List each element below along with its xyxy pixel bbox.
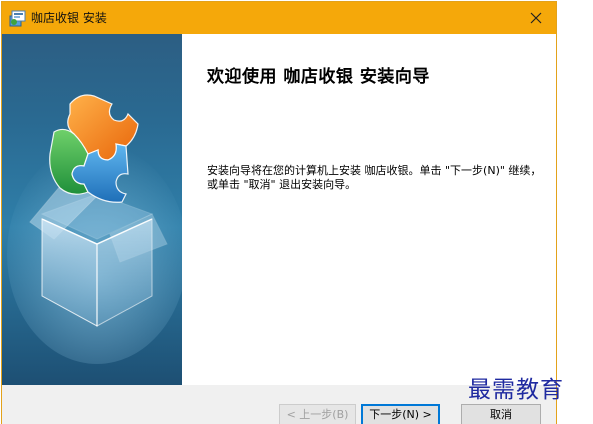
cancel-button[interactable]: 取消 <box>461 404 541 424</box>
close-button[interactable] <box>516 2 556 34</box>
welcome-description: 安装向导将在您的计算机上安装 咖店收银。单击 "下一步(N)" 继续，或单击 "… <box>207 164 542 191</box>
welcome-panel: 欢迎使用 咖店收银 安装向导 安装向导将在您的计算机上安装 咖店收银。单击 "下… <box>182 34 556 385</box>
installer-window: 咖店收银 安装 欢迎使用 咖店收银 安装向导 安装向导将在您的计算机上安装 咖店… <box>1 1 557 424</box>
back-button[interactable]: < 上一步(B) <box>279 404 356 424</box>
window-title: 咖店收银 安装 <box>31 11 107 25</box>
watermark: 最需教育 <box>468 377 564 403</box>
welcome-heading: 欢迎使用 咖店收银 安装向导 <box>207 67 430 87</box>
installer-icon <box>9 10 27 27</box>
title-bar[interactable]: 咖店收银 安装 <box>2 2 556 34</box>
close-icon <box>530 12 542 24</box>
next-button[interactable]: 下一步(N) > <box>361 404 440 424</box>
installer-banner <box>2 34 182 385</box>
puzzle-box-icon <box>7 94 182 364</box>
desktop: 咖店收银 安装 欢迎使用 咖店收银 安装向导 安装向导将在您的计算机上安装 咖店… <box>0 0 593 424</box>
